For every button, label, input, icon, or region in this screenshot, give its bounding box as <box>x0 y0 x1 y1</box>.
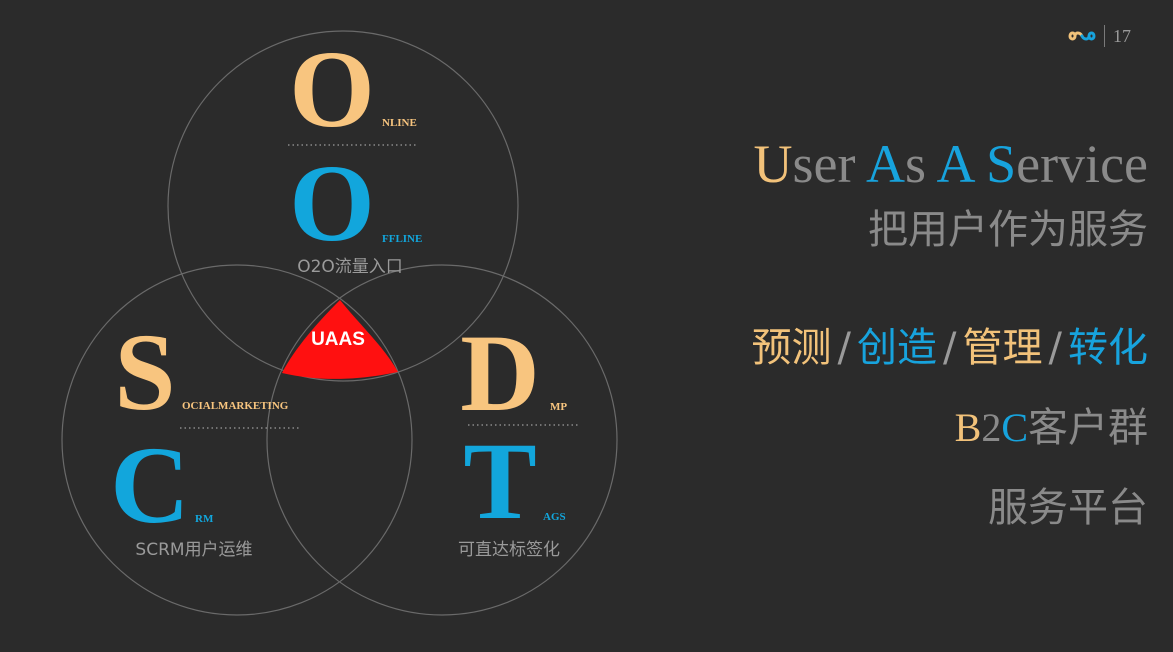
subtitle: 把用户作为服务 <box>868 207 1148 253</box>
dmp-rest: MP <box>550 401 567 413</box>
actions-line: 预测 / 创造 / 管理 / 转化 <box>752 320 1148 376</box>
tagline-ervice: ervice <box>1016 134 1148 194</box>
dmp-letter: D <box>460 312 539 434</box>
tagline-s2: S <box>986 134 1017 194</box>
b2c-c: C <box>1001 405 1028 450</box>
scrm-caption: SCRM用户运维 <box>135 540 252 560</box>
offline-letter: O <box>289 142 375 264</box>
crm-letter: C <box>110 424 189 546</box>
action-convert: 转化 <box>1068 325 1148 371</box>
online-rest: NLINE <box>382 117 417 129</box>
dmp-circle <box>266 264 618 616</box>
b2c-rest: 客户群 <box>1028 405 1148 451</box>
action-create: 创造 <box>857 325 938 371</box>
tagline-a2: A <box>936 134 973 194</box>
b2c-two: 2 <box>981 405 1002 450</box>
crm-rest: RM <box>195 513 214 525</box>
online-letter: O <box>289 28 375 150</box>
platform-line: 服务平台 <box>988 485 1148 531</box>
infinity-logo-icon <box>1068 31 1096 41</box>
action-manage: 管理 <box>962 325 1043 371</box>
tags-rest: AGS <box>543 511 566 523</box>
tagline-s1: s <box>904 134 937 194</box>
action-separator: / <box>1048 325 1062 371</box>
tagline-ser: ser <box>792 134 866 194</box>
b2c-line: B2C客户群 <box>752 400 1148 456</box>
tagline-u: U <box>753 134 793 194</box>
page-header: 17 <box>1068 24 1131 48</box>
header-divider <box>1104 25 1105 47</box>
uaas-label: UAAS <box>311 329 365 350</box>
offline-rest: FFLINE <box>382 233 422 245</box>
action-separator: / <box>943 325 957 371</box>
tagline: User As A Service <box>752 128 1148 200</box>
o2o-caption: O2O流量入口 <box>297 257 403 277</box>
tagline-a1: A <box>865 134 905 194</box>
tags-caption: 可直达标签化 <box>458 540 560 560</box>
social-rest: OCIALMARKETING <box>182 400 289 412</box>
uaas-venn-diagram: UAAS O NLINE O FFLINE O2O流量入口 S OCIALMAR… <box>61 28 618 616</box>
tags-letter: T <box>463 420 536 542</box>
right-text-block: User As A Service 把用户作为服务 预测 / 创造 / 管理 / 转化 B2… <box>752 128 1148 536</box>
b2c-b: B <box>954 405 982 450</box>
slide: UAAS O NLINE O FFLINE O2O流量入口 S OCIALMAR… <box>0 0 1173 652</box>
page-number: 17 <box>1113 25 1131 46</box>
tagline-space <box>973 134 987 194</box>
action-predict: 预测 <box>751 325 832 371</box>
action-separator: / <box>837 325 852 371</box>
social-letter: S <box>114 311 175 433</box>
